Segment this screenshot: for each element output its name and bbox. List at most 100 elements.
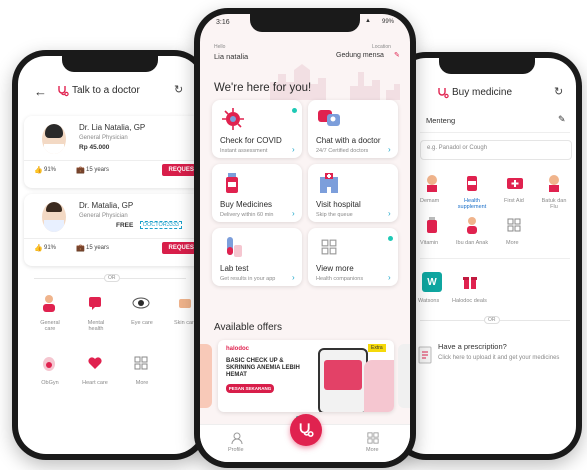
tile-check-covid[interactable]: Check for COVID Instant assessment ›	[212, 100, 302, 158]
profile-icon[interactable]	[230, 431, 244, 445]
halodoc-deals-icon[interactable]	[460, 272, 480, 292]
or-divider: OR	[104, 274, 120, 282]
category-label: Vitamin	[420, 240, 439, 246]
brand-logo: halodoc	[226, 346, 250, 352]
first-aid-icon[interactable]	[504, 172, 526, 194]
category-label: Demam	[420, 198, 440, 204]
grid-more-icon[interactable]	[366, 431, 380, 445]
center-phone: 3:16 99% ▲ Hello Lia natalia Location Ge…	[194, 8, 416, 468]
chevron-right-icon: ›	[292, 273, 295, 282]
tile-subtitle: 24/7 Certified doctors	[316, 148, 369, 154]
mother-child-icon[interactable]	[462, 214, 482, 236]
hero-heading: We're here for you!	[214, 82, 312, 94]
category-label: First Aid	[504, 198, 524, 204]
tile-buy-medicines[interactable]: Buy Medicines Delivery within 60 min ›	[212, 164, 302, 222]
edit-pencil-icon[interactable]: ✎	[394, 51, 400, 59]
chat-doctor-icon	[316, 106, 342, 132]
hello-label: Hello	[214, 44, 226, 50]
or-divider: OR	[484, 316, 500, 324]
stethoscope-icon	[56, 84, 70, 98]
chevron-right-icon: ›	[292, 145, 295, 154]
doctor-role: General Physician	[79, 135, 128, 141]
offer-headline: BASIC CHECK UP & SKRINING ANEMIA LEBIH H…	[226, 358, 300, 378]
stethoscope-icon	[436, 86, 450, 100]
tile-title: View more	[316, 264, 354, 273]
history-icon[interactable]: ↻	[174, 83, 183, 96]
tile-view-more[interactable]: View more Health companions ›	[308, 228, 398, 286]
prescription-subtitle: Click here to upload it and get your med…	[438, 355, 560, 361]
center-screen: 3:16 99% ▲ Hello Lia natalia Location Ge…	[200, 14, 410, 462]
tile-lab-test[interactable]: Lab test Get results in your app ›	[212, 228, 302, 286]
page-title: Talk to a doctor	[72, 85, 140, 96]
status-time: 3:16	[216, 19, 230, 26]
doctor-rating: 91%	[44, 167, 57, 173]
location-value[interactable]: Gedung mensa	[336, 52, 384, 59]
history-icon[interactable]: ↻	[554, 85, 563, 98]
hospital-icon	[316, 170, 342, 196]
doctor-avatar	[42, 124, 66, 154]
doctor-card[interactable]: Dr. Matalia, GP General Physician FREE D…	[24, 194, 202, 266]
notch	[439, 58, 535, 74]
right-screen: Buy medicine ↻ Menteng ✎ e.g. Panadol or…	[398, 58, 576, 454]
location-label: Location	[372, 44, 391, 50]
brand-label: Watsons	[418, 298, 440, 304]
grid-more-icon	[316, 234, 342, 260]
signal-icon: ▲	[365, 18, 371, 24]
test-tube-icon	[220, 234, 246, 260]
category-label: Batuk dan Flu	[541, 198, 567, 210]
tile-subtitle: Health companions	[316, 276, 364, 282]
category-label: ObGyn	[41, 380, 59, 386]
stethoscope-fab[interactable]	[290, 414, 322, 446]
mental-health-icon[interactable]	[84, 292, 106, 314]
doctor-card[interactable]: Dr. Lia Natalia, GP General Physician Rp…	[24, 116, 202, 188]
notch	[250, 14, 360, 32]
skin-care-icon[interactable]	[174, 292, 196, 314]
virus-icon	[220, 106, 246, 132]
cough-flu-icon[interactable]	[544, 172, 564, 194]
tile-title: Chat with a doctor	[316, 136, 381, 145]
offer-banner-next[interactable]	[398, 344, 410, 408]
eye-icon[interactable]	[130, 292, 152, 314]
back-arrow-icon[interactable]: ←	[34, 84, 47, 99]
doctor-role: General Physician	[79, 213, 128, 219]
supplement-icon[interactable]	[462, 172, 482, 194]
doctor-experience: 15 years	[86, 167, 110, 173]
nav-label-profile[interactable]: Profile	[228, 447, 244, 453]
offer-banner-prev[interactable]	[200, 344, 212, 408]
promo-code-badge: DOCTOR3333	[140, 221, 182, 229]
medicine-bottle-icon	[220, 170, 246, 196]
grid-more-icon[interactable]	[130, 352, 152, 374]
chevron-right-icon: ›	[388, 209, 391, 218]
briefcase-icon: 💼	[76, 245, 85, 252]
nav-label-more[interactable]: More	[366, 447, 379, 453]
left-screen: ← Talk to a doctor ↻ Dr. Lia Natalia, GP…	[18, 56, 202, 454]
tile-chat-doctor[interactable]: Chat with a doctor 24/7 Certified doctor…	[308, 100, 398, 158]
free-label: FREE	[116, 222, 134, 229]
doctor-name: Dr. Lia Natalia, GP	[79, 123, 146, 132]
obgyn-icon[interactable]	[38, 352, 60, 374]
page-title: Buy medicine	[452, 87, 513, 98]
doctor-name: Dr. Matalia, GP	[79, 201, 134, 210]
fever-icon[interactable]	[422, 172, 442, 194]
brand-label: Halodoc deals	[452, 298, 487, 304]
doctor-rating: 91%	[44, 245, 57, 251]
watsons-logo[interactable]: W	[422, 272, 442, 292]
doctor-price: Rp 45.000	[79, 144, 110, 151]
general-care-icon[interactable]	[38, 292, 60, 314]
tile-title: Lab test	[220, 264, 249, 273]
grid-more-icon[interactable]	[504, 214, 524, 236]
tile-title: Check for COVID	[220, 136, 282, 145]
tile-visit-hospital[interactable]: Visit hospital Skip the queue ›	[308, 164, 398, 222]
search-input[interactable]: e.g. Panadol or Cough	[420, 140, 572, 160]
location-value[interactable]: Menteng	[426, 116, 455, 125]
prescription-card[interactable]: Have a prescription? Click here to uploa…	[412, 338, 570, 378]
offer-banner[interactable]: halodoc Extra BASIC CHECK UP & SKRINING …	[218, 340, 394, 412]
vitamin-icon[interactable]	[422, 214, 442, 236]
offer-cta-button[interactable]: PESAN SEKARANG	[226, 384, 274, 393]
thumbs-up-icon: 👍	[34, 245, 43, 252]
left-phone: ← Talk to a doctor ↻ Dr. Lia Natalia, GP…	[12, 50, 208, 460]
heart-care-icon[interactable]	[84, 352, 106, 374]
tile-title: Visit hospital	[316, 200, 361, 209]
tile-subtitle: Delivery within 60 min	[220, 212, 274, 218]
edit-pencil-icon[interactable]: ✎	[558, 114, 566, 125]
